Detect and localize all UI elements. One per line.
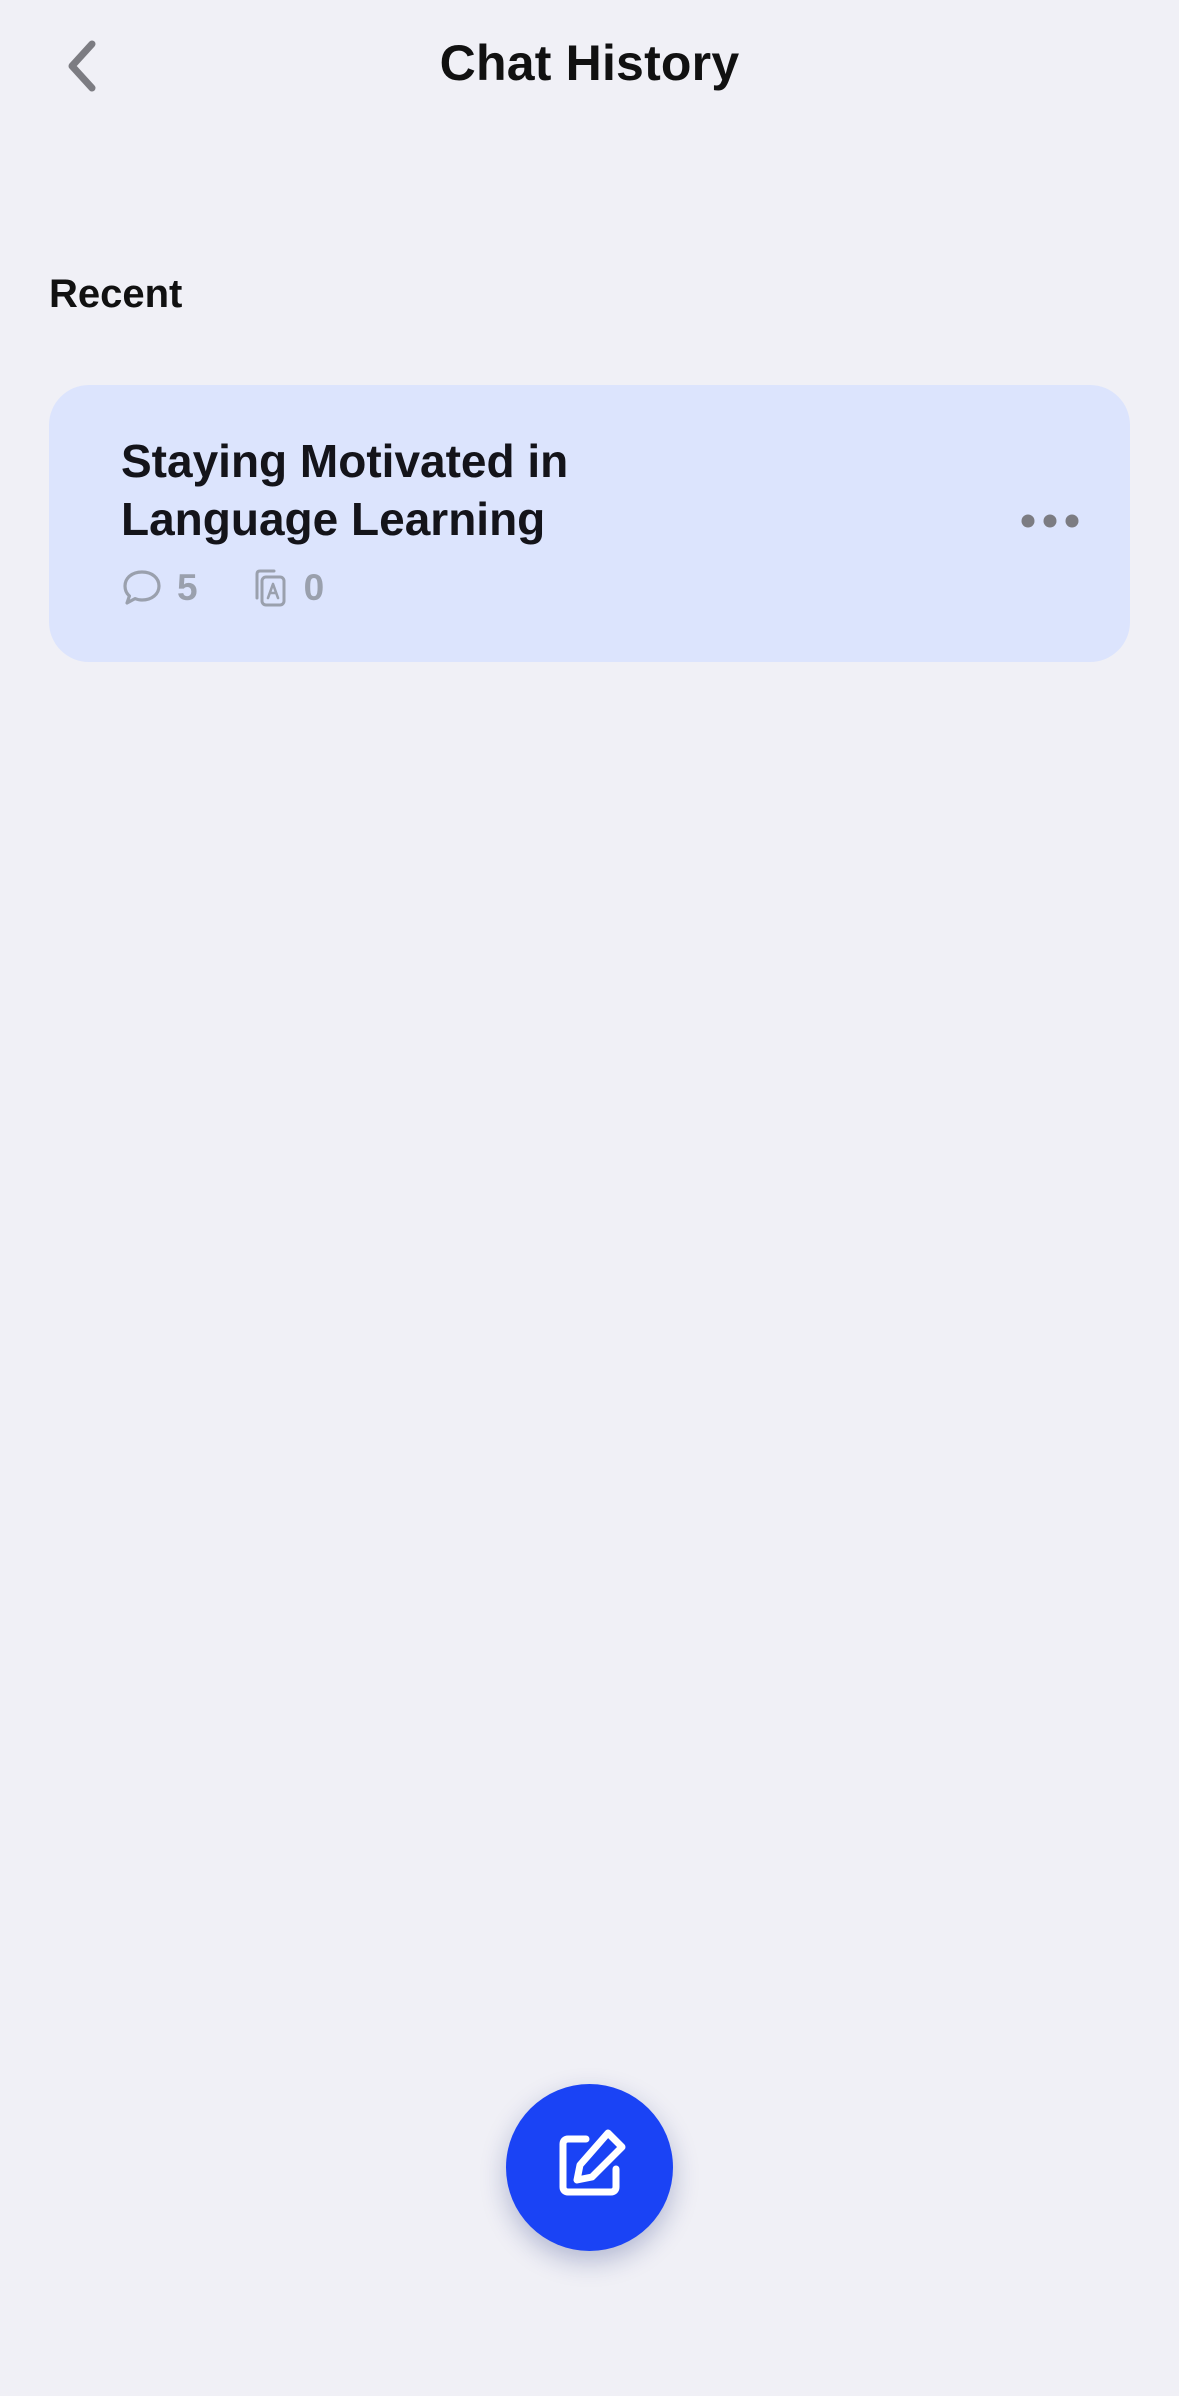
section-header-recent: Recent [49, 272, 183, 316]
new-chat-button[interactable] [506, 2084, 673, 2251]
message-count: 5 [177, 567, 198, 608]
chat-title: Staying Motivated in Language Learning [121, 435, 569, 545]
chat-stats: 5 0 [121, 567, 324, 609]
flashcards-icon [248, 567, 290, 609]
message-count-stat: 5 [121, 567, 198, 609]
compose-icon [550, 2125, 630, 2210]
ellipsis-icon [1020, 513, 1080, 534]
more-options-button[interactable] [1010, 493, 1090, 553]
chat-history-item[interactable]: Staying Motivated in Language Learning 5… [49, 385, 1130, 662]
vocab-count: 0 [303, 567, 325, 608]
vocab-count-stat: 0 [248, 567, 325, 609]
page-title: Chat History [439, 35, 740, 91]
navigation-bar: Chat History [0, 0, 1179, 140]
speech-bubble-icon [121, 567, 163, 609]
